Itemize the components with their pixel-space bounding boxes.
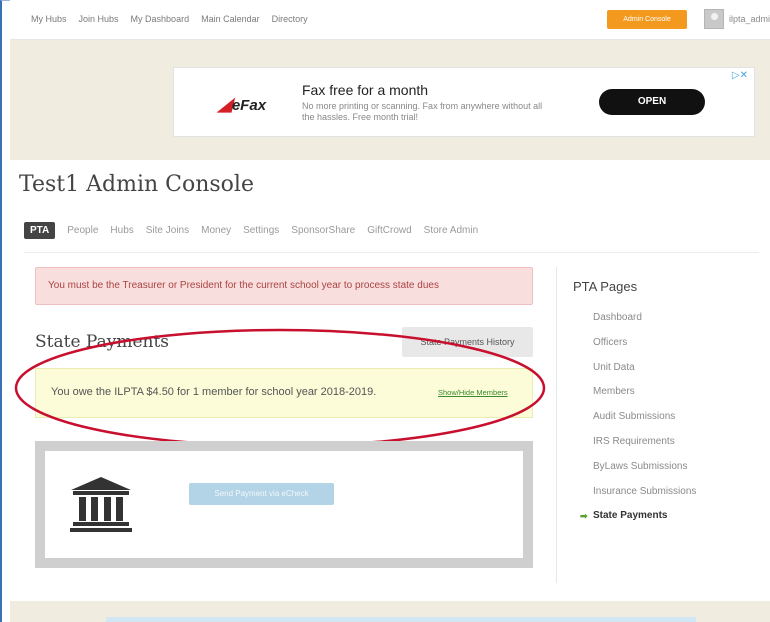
tab-money[interactable]: Money xyxy=(201,225,231,236)
top-nav: My Hubs Join Hubs My Dashboard Main Cale… xyxy=(10,0,770,40)
admin-console-button[interactable]: Admin Console xyxy=(607,10,687,29)
sidebar-item-state-payments[interactable]: ➡ State Payments xyxy=(580,509,696,534)
top-nav-links: My Hubs Join Hubs My Dashboard Main Cale… xyxy=(31,14,308,24)
sidebar-item-unit-data[interactable]: Unit Data xyxy=(593,361,696,386)
nav-my-hubs[interactable]: My Hubs xyxy=(31,14,67,24)
amount-owed-text: You owe the ILPTA $4.50 for 1 member for… xyxy=(51,386,377,398)
ad-description: No more printing or scanning. Fax from a… xyxy=(302,101,543,122)
state-payments-heading: State Payments xyxy=(35,332,170,352)
nav-directory[interactable]: Directory xyxy=(272,14,308,24)
echeck-panel-inner: Send Payment via eCheck xyxy=(45,451,523,558)
show-hide-members-link[interactable]: Show/Hide Members xyxy=(438,388,508,397)
state-payments-history-button[interactable]: State Payments History xyxy=(402,327,533,357)
nav-main-calendar[interactable]: Main Calendar xyxy=(201,14,260,24)
ad-band: ◢eFax Fax free for a month No more print… xyxy=(10,40,770,160)
sidebar-divider xyxy=(556,267,557,583)
tab-hubs[interactable]: Hubs xyxy=(110,225,133,236)
adchoices-icon[interactable]: ▷✕ xyxy=(732,70,748,81)
sidebar-item-dashboard[interactable]: Dashboard xyxy=(593,311,696,336)
amount-owed-notice: You owe the ILPTA $4.50 for 1 member for… xyxy=(35,368,533,418)
efax-logo: ◢eFax xyxy=(218,94,267,114)
echeck-payment-panel: Send Payment via eCheck xyxy=(35,441,533,568)
tab-pta[interactable]: PTA xyxy=(24,222,56,239)
send-echeck-button[interactable]: Send Payment via eCheck xyxy=(189,483,334,505)
tab-divider xyxy=(24,252,759,253)
ad-open-button[interactable]: OPEN xyxy=(599,89,705,115)
sidebar-item-insurance-submissions[interactable]: Insurance Submissions xyxy=(593,485,696,510)
tab-site-joins[interactable]: Site Joins xyxy=(146,225,189,236)
sidebar-menu: Dashboard Officers Unit Data Members Aud… xyxy=(580,311,696,534)
admin-tabs: PTA People Hubs Site Joins Money Setting… xyxy=(24,222,478,239)
permission-alert: You must be the Treasurer or President f… xyxy=(35,267,533,305)
sidebar-title: PTA Pages xyxy=(573,279,638,294)
footer-band xyxy=(10,601,770,622)
avatar[interactable] xyxy=(704,9,724,29)
sidebar-item-officers[interactable]: Officers xyxy=(593,336,696,361)
sidebar-item-label: State Payments xyxy=(593,510,668,522)
tab-sponsorshare[interactable]: SponsorShare xyxy=(291,225,355,236)
sidebar-item-irs-requirements[interactable]: IRS Requirements xyxy=(593,435,696,460)
ad-title: Fax free for a month xyxy=(302,82,429,98)
sidebar-item-audit-submissions[interactable]: Audit Submissions xyxy=(593,410,696,435)
tab-people[interactable]: People xyxy=(67,225,98,236)
bank-icon xyxy=(70,477,132,532)
arrow-right-icon: ➡ xyxy=(580,511,588,522)
tab-store-admin[interactable]: Store Admin xyxy=(424,225,478,236)
nav-my-dashboard[interactable]: My Dashboard xyxy=(131,14,190,24)
tab-settings[interactable]: Settings xyxy=(243,225,279,236)
page-title: Test1 Admin Console xyxy=(19,172,254,197)
footer-banner-edge xyxy=(106,617,696,622)
username-label[interactable]: ilpta_admin xyxy=(729,14,770,24)
sidebar-item-bylaws-submissions[interactable]: ByLaws Submissions xyxy=(593,460,696,485)
nav-join-hubs[interactable]: Join Hubs xyxy=(79,14,119,24)
tab-giftcrowd[interactable]: GiftCrowd xyxy=(367,225,411,236)
ad-banner[interactable]: ◢eFax Fax free for a month No more print… xyxy=(173,67,755,137)
sidebar-item-members[interactable]: Members xyxy=(593,385,696,410)
